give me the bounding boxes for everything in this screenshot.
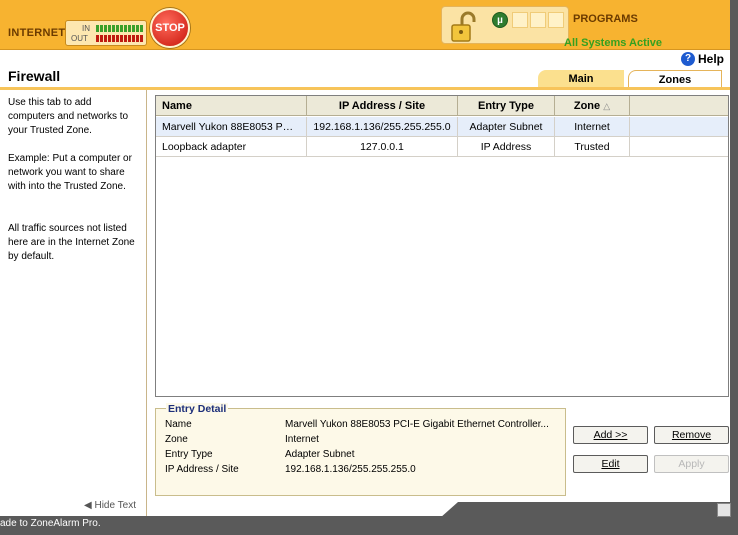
lock-panel: µ — [441, 6, 569, 44]
meter-segment — [132, 25, 135, 32]
upgrade-link[interactable]: ade to ZoneAlarm Pro. — [0, 518, 101, 529]
cell-name: Loopback adapter — [156, 137, 307, 157]
meter-segment — [132, 35, 135, 42]
cell-zone: Internet — [555, 117, 630, 137]
add-button[interactable]: Add >> — [573, 426, 648, 444]
tab-main[interactable]: Main — [538, 70, 624, 88]
meter-segment — [128, 35, 131, 42]
meter-segment — [124, 25, 127, 32]
bottom-bar-shape — [440, 502, 730, 518]
system-status: All Systems Active — [564, 37, 663, 49]
meter-segment — [108, 35, 111, 42]
meter-segment — [116, 25, 119, 32]
cell-ip: 192.168.1.136/255.255.255.0 — [307, 117, 458, 137]
traffic-meter: IN OUT — [65, 20, 147, 46]
meter-segment — [120, 25, 123, 32]
out-traffic-bars — [96, 35, 144, 42]
entry-detail-panel: Entry Detail Name Marvell Yukon 88E8053 … — [155, 403, 566, 496]
column-header-ip[interactable]: IP Address / Site — [307, 96, 458, 116]
program-slot — [548, 12, 564, 28]
triangle-left-icon: ◀ — [84, 500, 92, 511]
meter-segment — [120, 35, 123, 42]
table-row[interactable]: Loopback adapter 127.0.0.1 IP Address Tr… — [156, 137, 728, 157]
help-label: Help — [698, 52, 725, 66]
detail-label-ip: IP Address / Site — [165, 464, 239, 475]
entry-detail-legend: Entry Detail — [166, 403, 229, 415]
detail-value-entry-type: Adapter Subnet — [285, 449, 355, 460]
detail-value-zone: Internet — [285, 434, 319, 445]
column-header-entry-type[interactable]: Entry Type — [458, 96, 555, 116]
meter-segment — [104, 35, 107, 42]
sidebar-paragraph: Use this tab to add computers and networ… — [8, 97, 129, 136]
hide-text-label: Hide Text — [94, 500, 136, 511]
meter-segment — [100, 35, 103, 42]
remove-button[interactable]: Remove — [654, 426, 729, 444]
meter-segment — [136, 35, 139, 42]
cell-ip: 127.0.0.1 — [307, 137, 458, 157]
resize-grip-icon[interactable] — [717, 503, 731, 517]
page-title: Firewall — [8, 68, 61, 84]
apply-button: Apply — [654, 455, 729, 473]
program-slot — [512, 12, 528, 28]
zones-table[interactable]: Name IP Address / Site Entry Type Zone △… — [155, 95, 729, 397]
in-traffic-label: IN — [82, 24, 90, 33]
meter-segment — [140, 35, 143, 42]
status-bar — [0, 516, 738, 535]
column-header-name[interactable]: Name — [156, 96, 307, 116]
cell-entry-type: IP Address — [458, 137, 555, 157]
meter-segment — [124, 35, 127, 42]
meter-segment — [96, 35, 99, 42]
meter-segment — [100, 25, 103, 32]
out-traffic-label: OUT — [71, 34, 88, 43]
sidebar-paragraph: Example: Put a computer or network you w… — [8, 153, 132, 192]
meter-segment — [108, 25, 111, 32]
column-header-zone[interactable]: Zone △ — [555, 96, 630, 116]
detail-value-name: Marvell Yukon 88E8053 PCI-E Gigabit Ethe… — [285, 419, 549, 430]
meter-segment — [104, 25, 107, 32]
edit-button[interactable]: Edit — [573, 455, 648, 473]
help-sidebar: Use this tab to add computers and networ… — [0, 90, 147, 516]
window-edge — [730, 0, 738, 535]
sort-ascending-icon: △ — [603, 101, 611, 111]
meter-segment — [96, 25, 99, 32]
internet-label: INTERNET — [8, 27, 66, 39]
table-row[interactable]: Marvell Yukon 88E8053 PCI... 192.168.1.1… — [156, 117, 728, 137]
table-header: Name IP Address / Site Entry Type Zone △ — [156, 96, 728, 116]
cell-entry-type: Adapter Subnet — [458, 117, 555, 137]
utorrent-icon[interactable]: µ — [492, 12, 508, 28]
detail-label-name: Name — [165, 419, 192, 430]
meter-segment — [128, 25, 131, 32]
detail-label-entry-type: Entry Type — [165, 449, 213, 460]
sidebar-paragraph: All traffic sources not listed here are … — [8, 223, 135, 262]
cell-zone: Trusted — [555, 137, 630, 157]
meter-segment — [116, 35, 119, 42]
hide-text-link[interactable]: ◀ Hide Text — [84, 500, 136, 511]
help-icon: ? — [681, 52, 695, 66]
in-traffic-bars — [96, 25, 144, 32]
stop-button[interactable]: STOP — [150, 8, 190, 48]
column-header-zone-label: Zone — [573, 100, 601, 112]
help-link[interactable]: ? Help — [681, 52, 724, 66]
meter-segment — [112, 35, 115, 42]
detail-label-zone: Zone — [165, 434, 188, 445]
padlock-icon[interactable] — [448, 11, 480, 43]
programs-label: PROGRAMS — [573, 13, 638, 25]
meter-segment — [140, 25, 143, 32]
cell-name: Marvell Yukon 88E8053 PCI... — [156, 117, 307, 137]
program-slot — [530, 12, 546, 28]
detail-value-ip: 192.168.1.136/255.255.255.0 — [285, 464, 416, 475]
meter-segment — [136, 25, 139, 32]
meter-segment — [112, 25, 115, 32]
